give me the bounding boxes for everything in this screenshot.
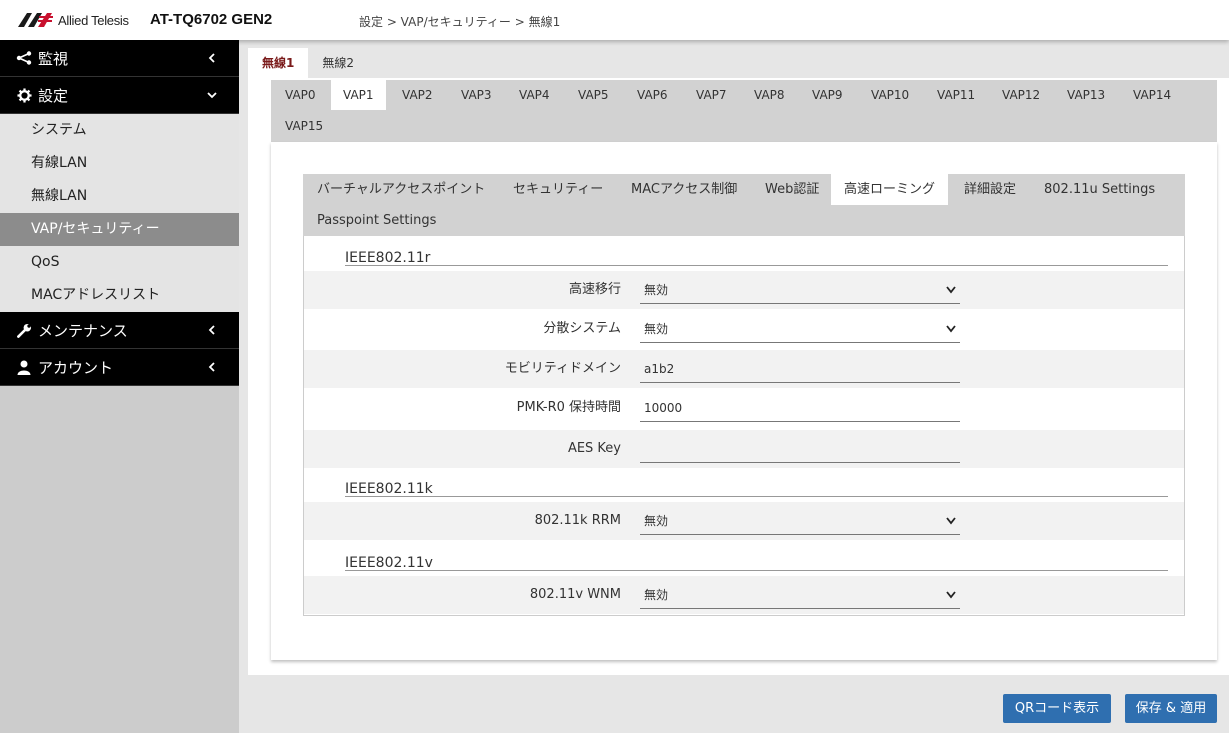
sidebar: 監視 設定 システム 有線LAN 無線LAN VAP/セキュリティー QoS M… <box>0 40 239 733</box>
share-icon <box>16 50 32 66</box>
fast-transition-select[interactable]: 無効 <box>640 277 960 304</box>
tab-vap9[interactable]: VAP9 <box>800 80 855 110</box>
row-distributed-system: 分散システム 無効 <box>304 310 1184 348</box>
tab-vap4[interactable]: VAP4 <box>507 80 562 110</box>
tab-vap10[interactable]: VAP10 <box>859 80 921 110</box>
chevron-left-icon <box>208 325 215 335</box>
section-divider <box>345 265 1168 266</box>
tab-vap6[interactable]: VAP6 <box>625 80 680 110</box>
tab-vap12[interactable]: VAP12 <box>990 80 1052 110</box>
row-mobility-domain: モビリティドメイン a1b2 <box>304 350 1184 388</box>
chevron-down-icon <box>946 325 956 333</box>
tab-passpoint-settings[interactable]: Passpoint Settings <box>304 205 449 236</box>
fast-transition-label: 高速移行 <box>568 282 621 297</box>
breadcrumb: 設定 > VAP/セキュリティー > 無線1 <box>359 15 561 29</box>
tab-advanced-settings[interactable]: 詳細設定 <box>951 174 1029 205</box>
tab-vap3[interactable]: VAP3 <box>449 80 504 110</box>
tab-vap5[interactable]: VAP5 <box>566 80 621 110</box>
tab-fast-roaming[interactable]: 高速ローミング <box>831 174 949 205</box>
section-title-80211v: IEEE802.11v <box>345 555 433 571</box>
tab-vap2[interactable]: VAP2 <box>390 80 445 110</box>
tab-vap11[interactable]: VAP11 <box>925 80 987 110</box>
settings-tab-bar: バーチャルアクセスポイント セキュリティー MACアクセス制御 Web認証 高速… <box>303 174 1185 236</box>
tab-vap15[interactable]: VAP15 <box>273 111 335 141</box>
radio-tabs: 無線1 無線2 <box>248 48 368 78</box>
logo-mark-icon <box>18 13 53 27</box>
tab-vap7[interactable]: VAP7 <box>684 80 739 110</box>
rrm-label: 802.11k RRM <box>534 513 621 528</box>
user-icon <box>16 359 32 375</box>
chevron-down-icon <box>946 517 956 525</box>
distributed-system-label: 分散システム <box>543 321 621 336</box>
sidebar-item-wired-lan[interactable]: 有線LAN <box>0 147 239 180</box>
chevron-left-icon <box>208 362 215 372</box>
rrm-select[interactable]: 無効 <box>640 508 960 535</box>
row-pmk-r0: PMK-R0 保持時間 10000 <box>304 389 1184 427</box>
tab-security[interactable]: セキュリティー <box>500 174 616 205</box>
chevron-down-icon <box>207 92 217 99</box>
logo-text: Allied Telesis <box>58 12 129 28</box>
section-title-80211k: IEEE802.11k <box>345 481 433 497</box>
row-wnm: 802.11v WNM 無効 <box>304 576 1184 614</box>
tab-vap14[interactable]: VAP14 <box>1121 80 1183 110</box>
row-rrm: 802.11k RRM 無効 <box>304 502 1184 540</box>
mobility-domain-label: モビリティドメイン <box>504 361 621 376</box>
wnm-label: 802.11v WNM <box>529 587 621 602</box>
gear-icon <box>16 87 32 103</box>
pmk-r0-label: PMK-R0 保持時間 <box>516 400 621 415</box>
row-aes-key: AES Key <box>304 430 1184 468</box>
row-fast-transition: 高速移行 無効 <box>304 271 1184 309</box>
qr-code-button[interactable]: QRコード表示 <box>1003 694 1111 723</box>
sidebar-item-monitor[interactable]: 監視 <box>0 40 239 77</box>
chevron-down-icon <box>946 591 956 599</box>
sidebar-item-account[interactable]: アカウント <box>0 349 239 386</box>
tab-radio2[interactable]: 無線2 <box>308 48 368 78</box>
tab-web-auth[interactable]: Web認証 <box>752 174 832 205</box>
pmk-r0-input[interactable]: 10000 <box>640 395 960 422</box>
save-apply-button[interactable]: 保存 & 適用 <box>1125 694 1217 723</box>
chevron-down-icon <box>946 286 956 294</box>
sidebar-item-label: メンテナンス <box>38 321 128 340</box>
aes-key-label: AES Key <box>567 441 621 456</box>
tab-vap8[interactable]: VAP8 <box>742 80 797 110</box>
sidebar-item-mac-address-list[interactable]: MACアドレスリスト <box>0 279 239 312</box>
distributed-system-select[interactable]: 無効 <box>640 316 960 343</box>
top-header: Allied Telesis AT-TQ6702 GEN2 設定 > VAP/セ… <box>0 0 1229 40</box>
tab-mac-access-control[interactable]: MACアクセス制御 <box>618 174 750 205</box>
wrench-icon <box>16 322 32 338</box>
tab-vap13[interactable]: VAP13 <box>1055 80 1117 110</box>
sidebar-item-settings[interactable]: 設定 <box>0 77 239 114</box>
section-divider <box>345 496 1168 497</box>
sidebar-item-maintenance[interactable]: メンテナンス <box>0 312 239 349</box>
tab-radio1[interactable]: 無線1 <box>248 48 309 78</box>
wnm-select[interactable]: 無効 <box>640 582 960 609</box>
sidebar-item-qos[interactable]: QoS <box>0 246 239 279</box>
sidebar-item-wireless-lan[interactable]: 無線LAN <box>0 180 239 213</box>
sidebar-item-label: アカウント <box>38 358 114 377</box>
tab-vap0[interactable]: VAP0 <box>273 80 328 110</box>
device-model: AT-TQ6702 GEN2 <box>150 11 273 28</box>
tab-80211u-settings[interactable]: 802.11u Settings <box>1031 174 1168 205</box>
tab-vap1[interactable]: VAP1 <box>331 80 386 110</box>
vap-tab-bar: VAP0 VAP1 VAP2 VAP3 VAP4 VAP5 VAP6 VAP7 … <box>271 80 1217 142</box>
sidebar-item-vap-security[interactable]: VAP/セキュリティー <box>0 213 239 246</box>
allied-telesis-logo: Allied Telesis <box>18 11 129 29</box>
aes-key-input[interactable] <box>640 436 960 463</box>
chevron-left-icon <box>208 53 215 63</box>
sidebar-item-label: 監視 <box>38 49 69 68</box>
sidebar-item-label: 設定 <box>38 86 69 105</box>
mobility-domain-input[interactable]: a1b2 <box>640 356 960 383</box>
section-divider <box>345 570 1168 571</box>
sidebar-item-system[interactable]: システム <box>0 114 239 147</box>
tab-virtual-access-point[interactable]: バーチャルアクセスポイント <box>304 174 498 205</box>
section-title-80211r: IEEE802.11r <box>345 250 431 266</box>
